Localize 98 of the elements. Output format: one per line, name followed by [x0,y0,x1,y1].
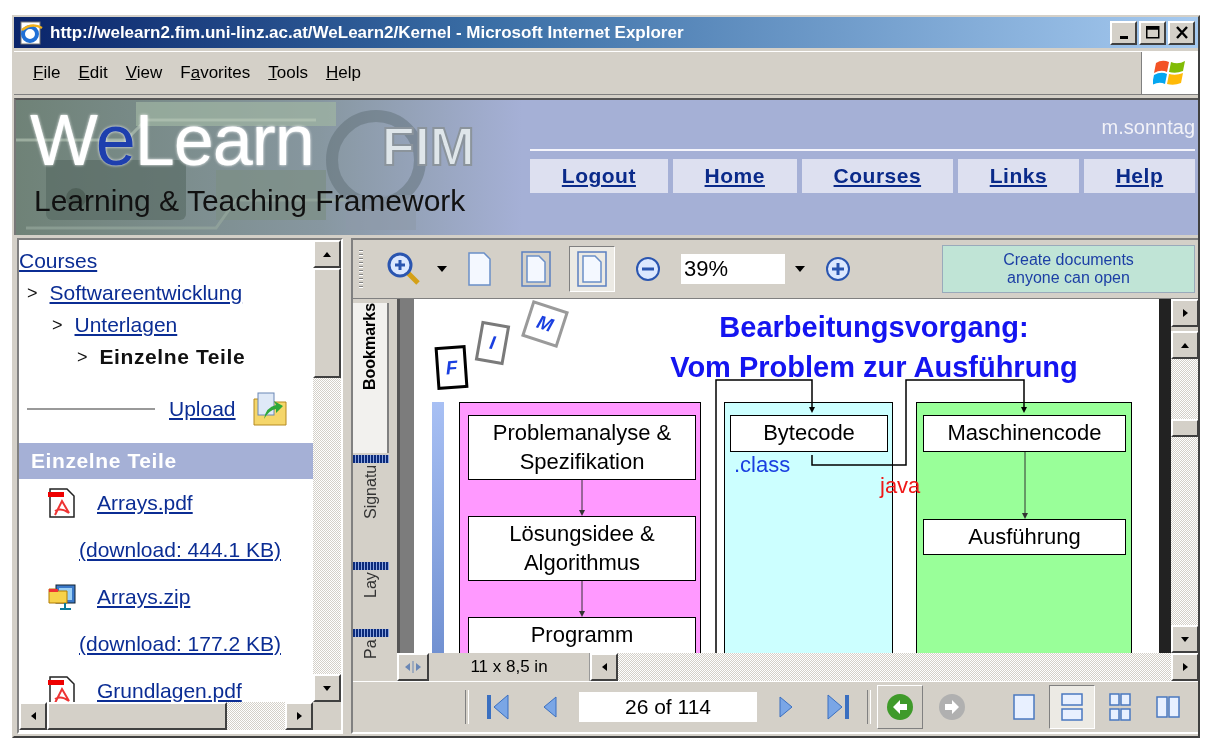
scrollbar[interactable] [1171,299,1198,653]
scroll-up-button[interactable] [1171,331,1198,359]
nav-link[interactable]: Home [672,159,797,193]
tab-grip[interactable] [353,627,389,639]
logo-letter-tile: F [434,344,469,391]
page-grid-icon [1107,692,1133,722]
process-box: Maschinencode [923,415,1126,452]
breadcrumb-separator: > [52,314,63,336]
breadcrumb-link[interactable]: Softwareentwicklung [49,281,243,305]
scrollbar[interactable] [313,240,341,702]
first-page-icon [484,692,512,722]
download-link[interactable]: (download: 444.1 KB) [79,537,281,562]
breadcrumb-separator: > [27,282,38,304]
pdf-file-icon [47,674,77,702]
scroll-right-button[interactable] [285,702,313,730]
pdf-file-icon [47,486,77,519]
file-link[interactable]: Arrays.pdf [97,490,193,515]
download-link[interactable]: (download: 177.2 KB) [79,631,281,656]
menu-item[interactable]: Tools [262,60,314,86]
plus-circle-icon [825,256,851,282]
file-link[interactable]: Grundlagen.pdf [97,678,242,702]
side-tab[interactable]: Lay [353,572,389,627]
scroll-up-button[interactable] [313,240,341,268]
back-button[interactable] [877,685,923,729]
menu-item[interactable]: File [27,60,67,86]
dropdown-caret-icon[interactable] [437,266,447,272]
scroll-down-button[interactable] [1171,625,1198,653]
scroll-thumb[interactable] [313,268,341,378]
process-box: Bytecode [730,415,888,452]
logo-letter-tile: M [521,300,569,348]
scrollbar-corner [313,702,341,730]
split-arrows-icon [405,661,421,673]
logo-suffix-text: FIM [381,119,475,173]
breadcrumb-link[interactable]: Unterlagen [74,313,178,337]
process-box: Problemanalyse & Spezifikation [468,415,696,481]
menu-item[interactable]: Edit [72,60,114,86]
continuous-pages-icon [1059,692,1085,722]
scroll-left-button[interactable] [590,653,618,681]
minimize-icon [1119,35,1128,39]
nav-link[interactable]: Links [957,159,1079,193]
page-number-field[interactable]: 26 of 114 [579,692,757,722]
framed-page-icon [577,251,607,287]
magnifier-plus-icon [386,251,422,287]
scroll-left-button[interactable] [19,702,47,730]
section-header: Einzelne Teile [19,443,313,479]
scroll-down-button[interactable] [313,674,341,702]
page-view-button[interactable] [569,246,615,292]
site-tagline: Learning & Teaching Framework [33,183,467,218]
window-title: http://welearn2.fim.uni-linz.ac.at/WeLearn2/Kernel - Microsoft Internet Explorer [50,22,685,43]
minimize-button[interactable] [1110,20,1137,45]
process-box: Ausführung [923,518,1126,556]
current-page-label: Einzelne Teile [99,345,246,369]
scroll-thumb[interactable] [1171,419,1198,437]
user-name: m.sonntag [1101,116,1195,139]
tab-grip[interactable] [353,453,389,465]
dropdown-caret-icon[interactable] [795,266,805,272]
nav-link[interactable]: Logout [530,159,668,193]
split-handle[interactable] [397,653,429,681]
menu-item[interactable]: Favorites [174,60,257,86]
page-size-label: 11 x 8,5 in [429,653,590,681]
side-tab[interactable]: Signatu [353,465,389,560]
scrollbar[interactable] [19,702,313,730]
flow-arrow [1019,451,1030,519]
zoom-field[interactable]: 39% [681,254,785,284]
scroll-right-button[interactable] [1171,653,1198,681]
page-menu-button[interactable] [1171,299,1198,327]
nav-link[interactable]: Courses [801,159,953,193]
flow-arrow [577,581,587,618]
nav-link[interactable]: Help [1083,159,1196,193]
close-icon [1175,26,1188,39]
flow-arrow [577,480,587,517]
framed-page-icon [521,251,551,287]
slide-title: Bearbeitungsvorgang: [718,311,1030,344]
breadcrumb-separator: > [77,346,88,368]
single-page-icon [1011,692,1037,722]
side-tab[interactable]: Bookmarks [353,303,389,453]
process-box: Lösungsidee & Algorithmus [468,516,696,582]
maximize-button[interactable] [1139,20,1166,45]
close-button[interactable] [1168,20,1195,45]
page-layout-button[interactable] [1049,685,1095,729]
promo-banner[interactable]: Create documents anyone can open [942,245,1195,293]
browser-icon [18,19,44,46]
site-logo: WeLearn [30,104,314,176]
file-link[interactable]: Arrays.zip [97,584,191,609]
maximize-icon [1145,26,1160,39]
last-page-icon [824,692,852,722]
breadcrumb-link[interactable]: Courses [19,249,98,273]
slide-title: Vom Problem zur Ausführung [669,351,1079,384]
file-extension-label: .class [734,451,792,478]
tab-grip[interactable] [353,560,389,572]
logo-letter-tile: I [474,320,511,366]
scroll-thumb[interactable] [47,702,227,730]
side-tab[interactable]: Pa [353,639,389,681]
menu-item[interactable]: Help [319,60,367,86]
process-box: Programm [468,617,696,653]
upload-link[interactable]: Upload [169,397,236,421]
menu-item[interactable]: View [119,60,169,86]
minus-circle-icon [635,256,661,282]
